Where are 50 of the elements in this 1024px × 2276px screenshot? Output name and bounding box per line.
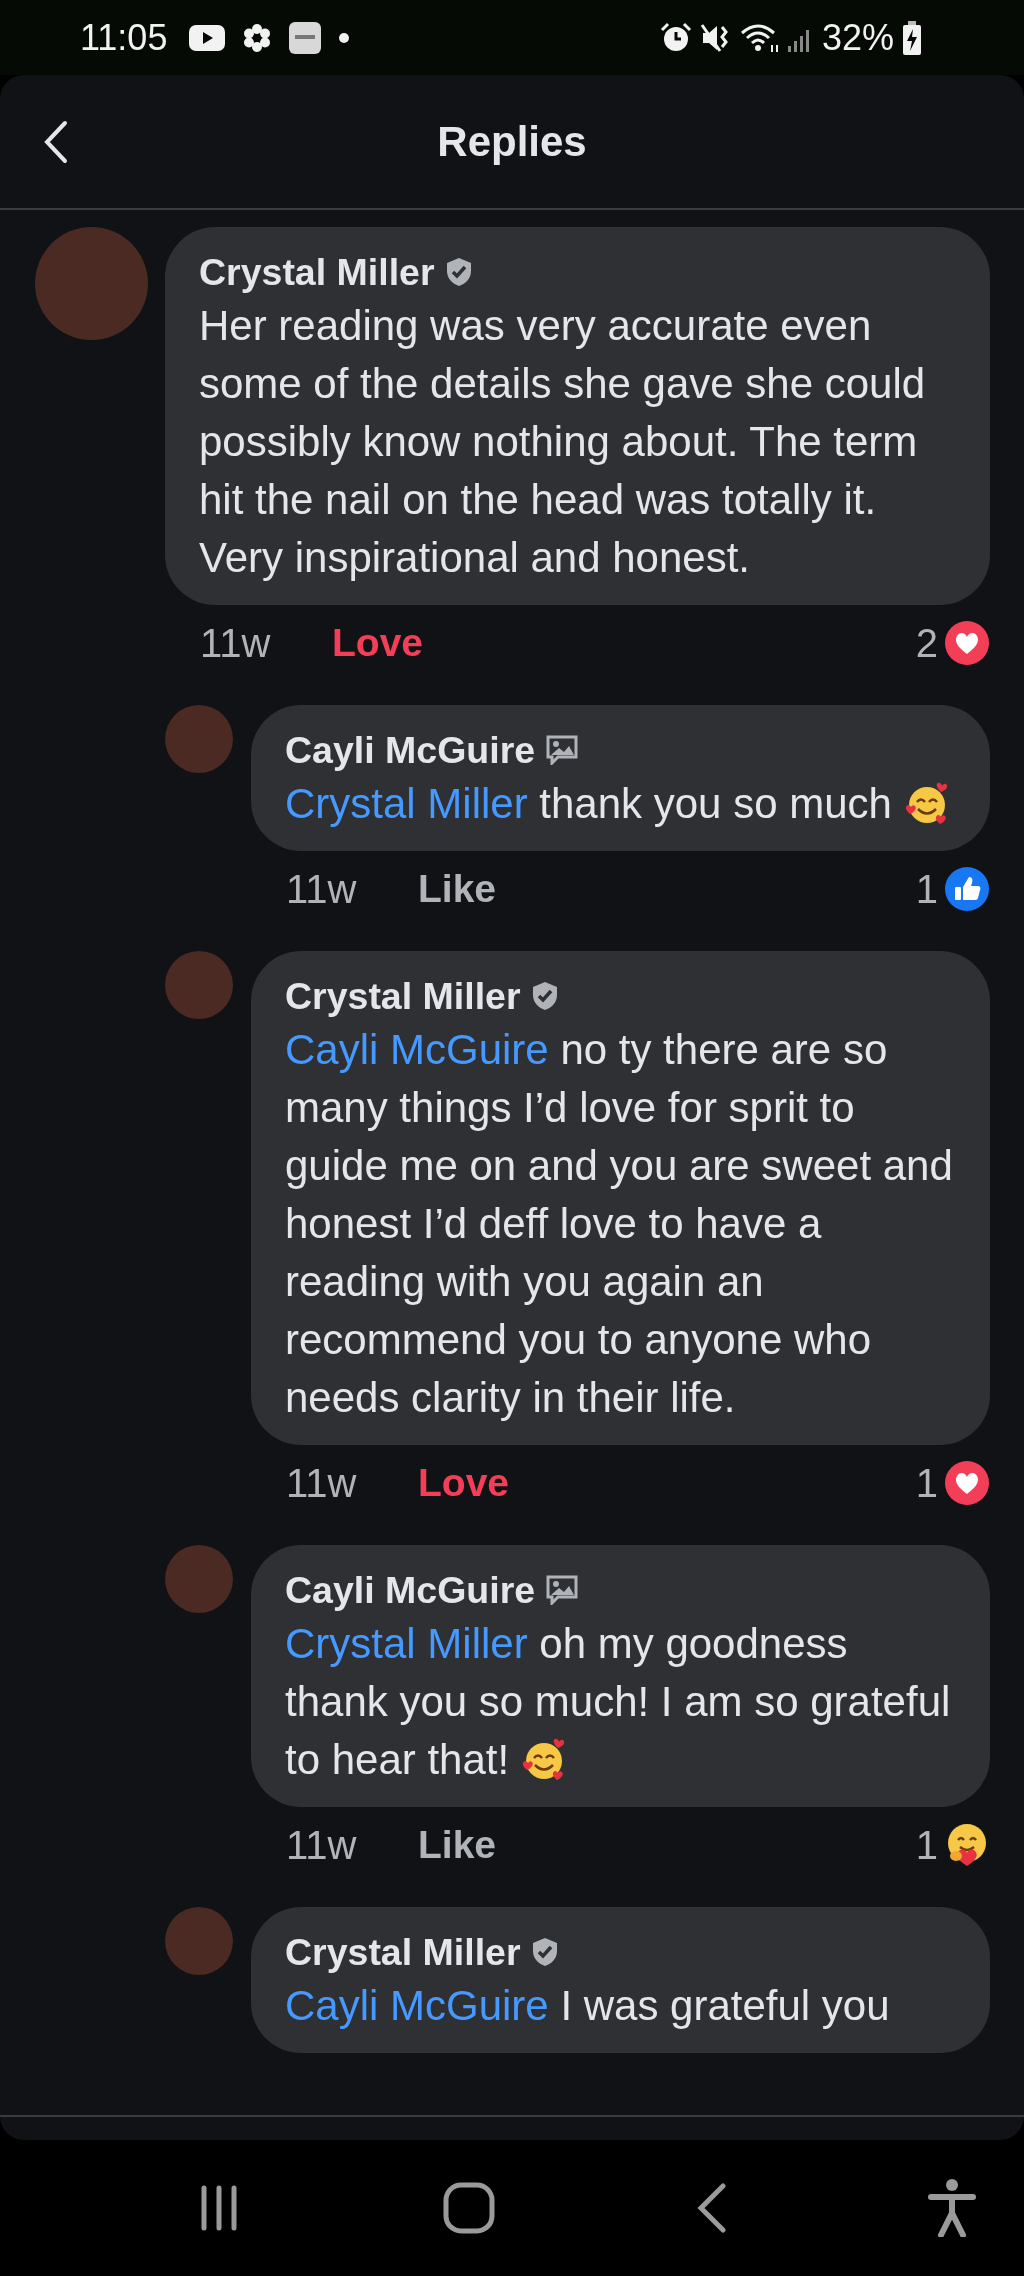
reaction-count: 1: [915, 1460, 938, 1506]
comment-age: 11w: [286, 1822, 358, 1868]
mention-link[interactable]: Crystal Miller: [285, 780, 528, 827]
alarm-clock-icon: [659, 21, 692, 54]
react-button[interactable]: Love: [418, 1461, 510, 1505]
author-name[interactable]: Cayli McGuire: [285, 728, 536, 772]
comment-text: Her reading was very accurate even some of the details she gave she could possibly know nothing about. The term hit the nail on the head was totally it. Very inspirational and honest.: [199, 301, 927, 583]
comment-age: 11w: [200, 620, 272, 666]
play-icon: [189, 24, 226, 51]
react-button[interactable]: Love: [332, 621, 424, 665]
mention-link[interactable]: Cayli McGuire: [285, 1026, 549, 1073]
gear-icon: [243, 23, 272, 52]
verified-badge-icon: [530, 981, 559, 1011]
react-button[interactable]: Like: [418, 867, 497, 911]
comment-text: Cayli McGuire no ty there are so many things I’d love for sprit to guide me on and you are sweet and honest I’d deff love to have a reading with you again an recommend you to anyone who needs clarity in their life.: [285, 1025, 954, 1423]
thumbs-up-reaction-icon: [944, 866, 990, 912]
heart-reaction-icon: [944, 620, 990, 666]
smiling-face-with-hearts-icon: [520, 1736, 567, 1782]
author-name[interactable]: Crystal Miller: [285, 1930, 521, 1974]
author-name[interactable]: Crystal Miller: [199, 250, 435, 294]
back-chevron-icon: [44, 119, 68, 164]
reaction-count: 2: [915, 620, 938, 666]
wifi-icon: [739, 22, 780, 53]
picture-badge-icon: [545, 1575, 580, 1605]
smiling-face-with-hearts-icon: [903, 780, 950, 826]
battery-charging-icon: [902, 20, 922, 55]
mention-link[interactable]: Crystal Miller: [285, 1620, 528, 1667]
comment-age: 11w: [286, 866, 358, 912]
mention-link[interactable]: Cayli McGuire: [285, 1982, 549, 2029]
reaction-count: 1: [915, 866, 938, 912]
accessibility-icon[interactable]: [928, 2179, 976, 2237]
app-icon: [289, 21, 322, 54]
verified-badge-icon: [530, 1937, 559, 1967]
page-title: Replies: [436, 117, 588, 166]
picture-badge-icon: [545, 735, 580, 765]
clock-time: 11:05: [80, 16, 168, 59]
comment-text: Cayli McGuire I was grateful you: [285, 1981, 891, 2031]
home-icon[interactable]: [443, 2182, 496, 2234]
react-button[interactable]: Like: [418, 1823, 497, 1867]
back-icon[interactable]: [696, 2183, 727, 2233]
verified-badge-icon: [444, 257, 473, 287]
author-name[interactable]: Cayli McGuire: [285, 1568, 536, 1612]
battery-percent: 32%: [821, 16, 894, 59]
dot-icon: [339, 32, 350, 43]
comment-text: Crystal Miller thank you so much: [285, 775, 960, 833]
reaction-count: 1: [915, 1822, 938, 1868]
heart-reaction-icon: [944, 1460, 990, 1506]
comment-text: Crystal Miller oh my goodness thank you so much! I am so grateful to hear that!: [285, 1619, 952, 1785]
author-name[interactable]: Crystal Miller: [285, 974, 521, 1018]
comment-age: 11w: [286, 1460, 358, 1506]
